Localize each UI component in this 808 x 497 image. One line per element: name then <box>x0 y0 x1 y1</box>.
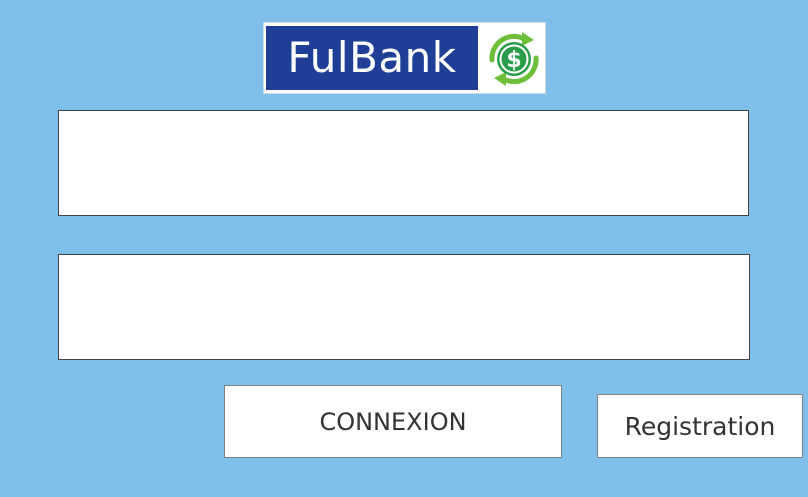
connexion-button[interactable]: CONNEXION <box>224 385 562 458</box>
registration-button[interactable]: Registration <box>597 394 803 458</box>
username-field[interactable] <box>58 110 749 216</box>
logo-wordmark-block: FulBank <box>266 26 478 90</box>
fulbank-logo: FulBank $ <box>263 22 546 94</box>
password-field[interactable] <box>58 254 750 360</box>
dollar-exchange-icon: $ <box>489 32 539 86</box>
logo-wordmark: FulBank <box>287 33 457 82</box>
svg-text:$: $ <box>506 48 521 73</box>
